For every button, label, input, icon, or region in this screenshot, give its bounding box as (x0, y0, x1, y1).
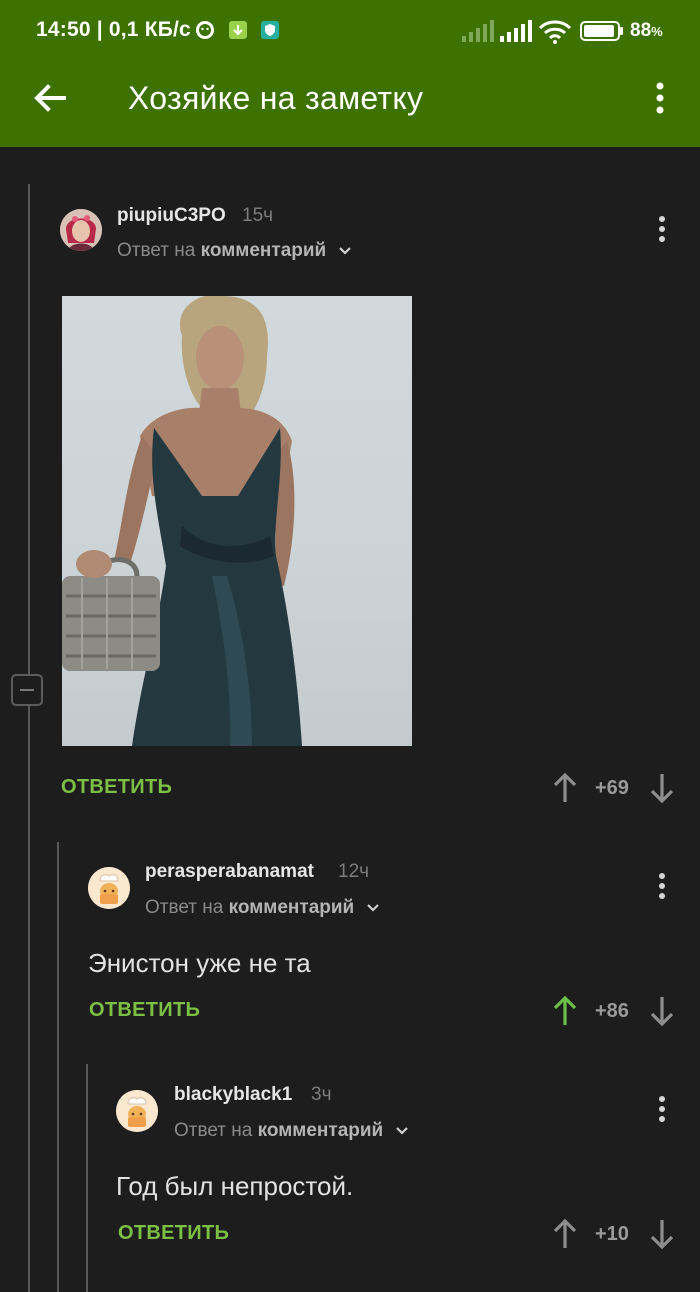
avatar[interactable] (116, 1090, 158, 1132)
reply-prefix: Ответ на (117, 240, 196, 261)
reply-prefix: Ответ на (145, 897, 224, 918)
comment-menu-icon[interactable] (658, 873, 666, 903)
back-arrow-icon[interactable] (30, 78, 70, 118)
username[interactable]: piupiuC3PO (117, 205, 226, 227)
chevron-down-icon (338, 247, 351, 255)
reply-prefix: Ответ на (174, 1120, 253, 1141)
reply-button[interactable]: ОТВЕТИТЬ (61, 776, 172, 799)
notification-app-icon (196, 21, 214, 39)
avatar-image (60, 209, 102, 251)
reply-target: комментарий (257, 1120, 384, 1141)
reply-button[interactable]: ОТВЕТИТЬ (89, 999, 200, 1022)
upvote-arrow-icon[interactable] (552, 1218, 578, 1250)
downvote-arrow-icon[interactable] (649, 995, 675, 1027)
network-speed: 0,1 КБ/с (108, 18, 191, 41)
shield-icon (261, 21, 279, 39)
comment-time: 3ч (311, 1084, 332, 1105)
comment-menu-icon[interactable] (658, 216, 666, 246)
avatar-image (116, 1090, 158, 1132)
username[interactable]: blackyblack1 (174, 1084, 292, 1106)
thread-line (28, 184, 30, 674)
downvote-arrow-icon[interactable] (649, 1218, 675, 1250)
comment-score: +86 (595, 1000, 629, 1022)
comment-text: Энистон уже не та (88, 948, 311, 978)
collapse-thread-button[interactable] (11, 674, 43, 706)
username[interactable]: perasperabanamat (145, 861, 314, 883)
comment-text: Год был непростой. (116, 1171, 354, 1201)
upvote-arrow-icon[interactable] (552, 995, 578, 1027)
thread-line-level-2 (57, 842, 59, 1292)
comment-score: +69 (595, 777, 629, 799)
chevron-down-icon (366, 904, 379, 912)
comment-time: 15ч (242, 205, 274, 226)
comment-score: +10 (595, 1223, 629, 1245)
status-time: 14:50 | 0,1 КБ/с (36, 18, 191, 41)
downvote-arrow-icon[interactable] (649, 772, 675, 804)
reply-target: комментарий (228, 897, 355, 918)
status-bar: 14:50 | 0,1 КБ/с 88% (0, 0, 700, 62)
comment-menu-icon[interactable] (658, 1096, 666, 1126)
comment-image[interactable] (62, 296, 412, 746)
page-title: Хозяйке на заметку (128, 80, 424, 116)
signal-icon (462, 20, 494, 42)
reply-to-link[interactable]: Ответ на комментарий (117, 240, 352, 262)
comment-time: 12ч (338, 861, 370, 882)
avatar-image (88, 867, 130, 909)
app-bar: 14:50 | 0,1 КБ/с 88% Хозяйке на заметку (0, 0, 700, 147)
upvote-arrow-icon[interactable] (552, 772, 578, 804)
battery-icon (580, 21, 623, 41)
reply-target: комментарий (200, 240, 327, 261)
avatar[interactable] (88, 867, 130, 909)
reply-button[interactable]: ОТВЕТИТЬ (118, 1222, 229, 1245)
thread-line (28, 706, 30, 1292)
avatar[interactable] (60, 209, 102, 251)
battery-level: 88% (630, 20, 663, 41)
reply-to-link[interactable]: Ответ на комментарий (174, 1120, 409, 1142)
more-options-icon[interactable] (648, 80, 672, 116)
reply-to-link[interactable]: Ответ на комментарий (145, 897, 380, 919)
chevron-down-icon (395, 1127, 408, 1135)
download-icon (229, 21, 247, 39)
photo-illustration (62, 296, 302, 746)
signal-icon-2 (500, 20, 532, 42)
thread-line-level-3 (86, 1064, 88, 1292)
wifi-icon (538, 20, 572, 44)
